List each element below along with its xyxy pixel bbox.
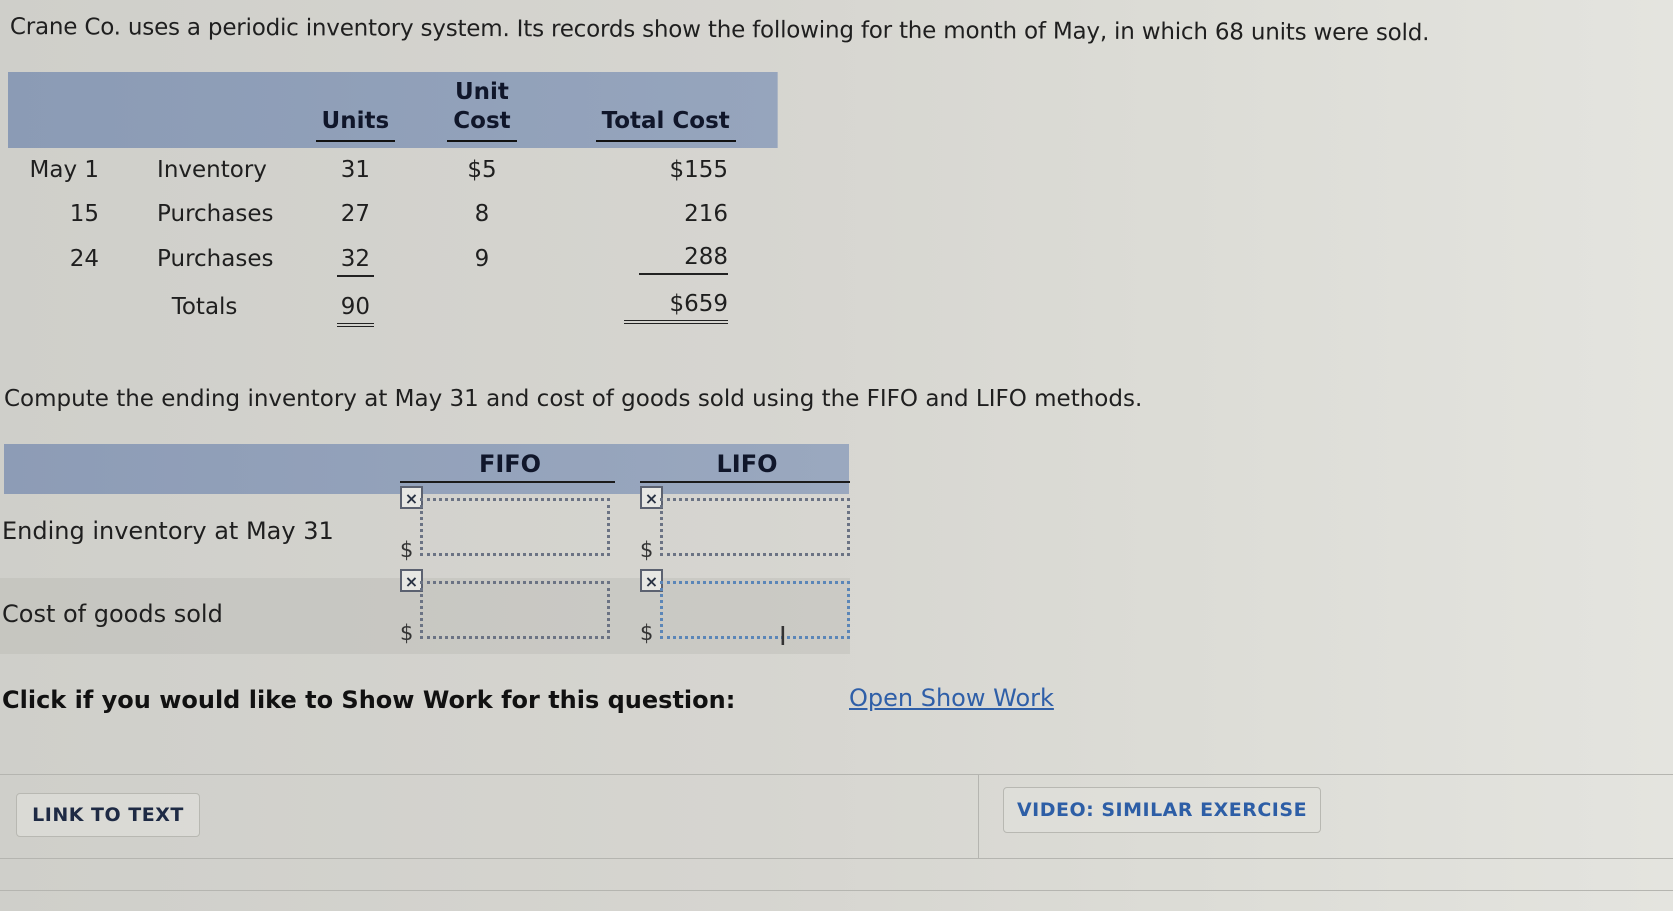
header-units: Units: [300, 72, 410, 148]
row-units: 32: [300, 236, 410, 283]
row-unit-cost: 8: [474, 200, 490, 227]
row-total-cost: 216: [684, 200, 728, 227]
dollar-sign: $: [640, 538, 654, 562]
row-units: 31: [340, 156, 370, 183]
instruction-text: Compute the ending inventory at May 31 a…: [4, 386, 1143, 412]
row-description: Purchases: [157, 246, 274, 272]
row-total-cost: 288: [553, 236, 778, 283]
header-unit-cost: Unit Cost: [411, 72, 554, 148]
label-cost-of-goods-sold: Cost of goods sold: [2, 600, 223, 628]
footer-divider-bottom: [0, 858, 1673, 859]
totals-row: Totals 90 $659: [8, 283, 778, 332]
totals-units: 90: [300, 283, 410, 332]
inventory-records-table: Units Unit Cost Total Cost May 1 Inventor…: [8, 72, 778, 332]
row-date: May 1: [29, 156, 100, 183]
problem-intro: Crane Co. uses a periodic inventory syst…: [9, 14, 1430, 47]
lifo-ending-inventory-field: × $: [640, 486, 858, 562]
row-date: 15: [69, 200, 100, 227]
dollar-sign: $: [640, 621, 654, 645]
row-description: Purchases: [157, 200, 274, 227]
row-units: 27: [340, 200, 370, 227]
column-lifo: LIFO: [716, 450, 778, 478]
table-header-row: Units Unit Cost Total Cost: [8, 72, 778, 148]
column-fifo: FIFO: [478, 450, 542, 478]
lifo-cogs-field: × $: [640, 569, 858, 645]
open-show-work-link[interactable]: Open Show Work: [849, 684, 1054, 712]
table-row: May 1 Inventory 31 $5 $155: [8, 148, 778, 192]
lifo-underline: [640, 481, 850, 483]
link-to-text-button[interactable]: LINK TO TEXT: [16, 793, 200, 837]
header-date: [8, 72, 109, 148]
label-ending-inventory: Ending inventory at May 31: [2, 517, 334, 545]
dollar-sign: $: [400, 538, 414, 562]
footer-divider-lower: [0, 890, 1673, 891]
header-description: [109, 72, 300, 148]
row-unit-cost: 9: [474, 246, 490, 272]
lifo-ending-inventory-input[interactable]: [660, 498, 850, 556]
totals-label: Totals: [171, 294, 238, 320]
row-unit-cost: $5: [467, 156, 497, 183]
footer-divider-vertical: [978, 774, 979, 858]
fifo-ending-inventory-field: × $: [400, 486, 618, 562]
dollar-sign: $: [400, 621, 414, 645]
show-work-prompt: Click if you would like to Show Work for…: [2, 686, 736, 714]
footer-divider-top: [0, 774, 1673, 775]
row-date: 24: [69, 246, 100, 272]
fifo-ending-inventory-input[interactable]: [420, 498, 610, 556]
row-total-cost: $155: [669, 156, 728, 183]
row-description: Inventory: [157, 156, 267, 183]
header-total-cost: Total Cost: [553, 72, 778, 148]
fifo-cogs-field: × $: [400, 569, 618, 645]
text-cursor-icon: I: [779, 622, 787, 652]
fifo-cogs-input[interactable]: [420, 581, 610, 639]
table-row: 24 Purchases 32 9 288: [8, 236, 778, 283]
lifo-cogs-input[interactable]: [660, 581, 850, 639]
table-row: 15 Purchases 27 8 216: [8, 192, 778, 236]
fifo-underline: [400, 481, 615, 483]
video-similar-exercise-button[interactable]: VIDEO: SIMILAR EXERCISE: [1003, 787, 1321, 833]
totals-total-cost: $659: [553, 283, 778, 332]
